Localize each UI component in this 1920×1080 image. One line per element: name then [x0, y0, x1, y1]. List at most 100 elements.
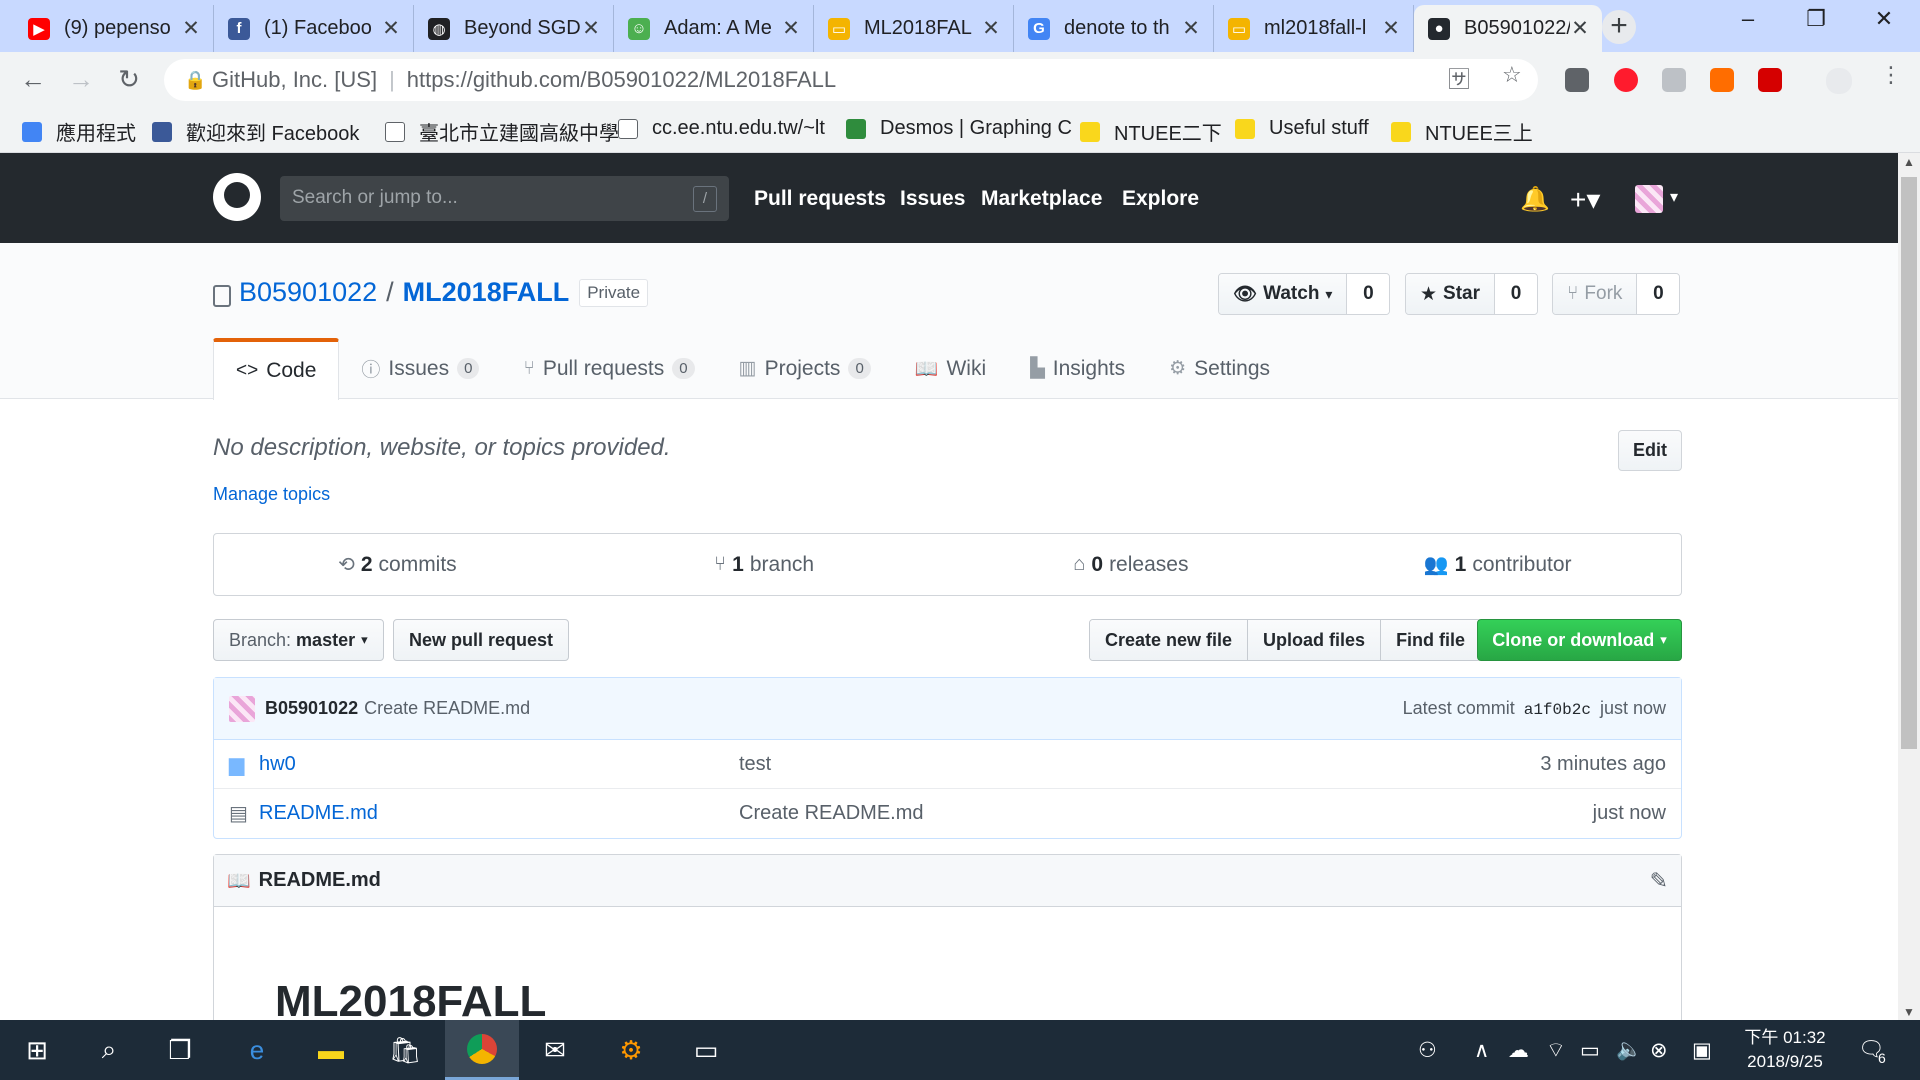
scroll-down-arrow[interactable]: ▼ [1898, 1005, 1920, 1019]
windows-start-icon[interactable]: ⊞ [0, 1020, 74, 1080]
chevron-down-icon[interactable]: ▾ [1670, 187, 1678, 207]
tab-settings[interactable]: ⚙ Settings [1147, 338, 1292, 399]
nav-explore[interactable]: Explore [1122, 187, 1199, 211]
bell-icon[interactable]: 🔔 [1520, 185, 1550, 214]
star-button[interactable]: ★ Star [1406, 274, 1496, 314]
nav-issues[interactable]: Issues [900, 187, 965, 211]
scroll-up-arrow[interactable]: ▲ [1898, 155, 1920, 169]
nav-marketplace[interactable]: Marketplace [981, 187, 1102, 211]
store-icon[interactable]: 🛍 [368, 1020, 442, 1080]
tab-code[interactable]: <> Code [213, 338, 340, 400]
summary-branch[interactable]: ⑂ 1 branch [581, 534, 948, 595]
close-tab-icon[interactable]: ✕ [1181, 16, 1201, 41]
repo-owner-link[interactable]: B05901022 [239, 277, 377, 308]
watch-button[interactable]: 👁 Watch ▾ [1219, 274, 1348, 314]
extension-icon[interactable] [1662, 68, 1686, 92]
upload-files-button[interactable]: Upload files [1248, 620, 1382, 660]
edge-icon[interactable]: e [220, 1020, 294, 1080]
bookmark-item[interactable]: cc.ee.ntu.edu.tw/~lt [618, 117, 825, 140]
edit-button[interactable]: Edit [1618, 430, 1682, 471]
close-tab-icon[interactable]: ✕ [1381, 16, 1401, 41]
close-tab-icon[interactable]: ✕ [981, 16, 1001, 41]
tablet-mode-icon[interactable]: ▣ [1692, 1038, 1712, 1063]
create-new-icon[interactable]: +▾ [1570, 183, 1600, 216]
browser-tab[interactable]: ☺ Adam: A Me ✕ [614, 5, 814, 52]
file-commit-message[interactable]: Create README.md [739, 802, 1593, 825]
browser-tab[interactable]: ● B05901022/✕ [1414, 5, 1602, 52]
back-icon[interactable]: ← [16, 62, 50, 96]
onedrive-icon[interactable]: ☁ [1508, 1038, 1529, 1063]
browser-tab[interactable]: ◍ Beyond SGD ✕ [414, 5, 614, 52]
summary-releases[interactable]: ⌂ 0 releases [948, 534, 1315, 595]
bookmark-item[interactable]: NTUEE二下 [1080, 117, 1222, 146]
find-file-button[interactable]: Find file [1381, 620, 1481, 660]
bookmark-item[interactable]: 歡迎來到 Facebook [152, 117, 359, 146]
browser-tab[interactable]: ▶ (9) pepenso ✕ [14, 5, 214, 52]
nav-pull-requests[interactable]: Pull requests [754, 187, 886, 211]
close-tab-icon[interactable]: ✕ [581, 16, 601, 41]
bookmark-item[interactable]: 臺北市立建國高級中學 [385, 117, 619, 146]
search-input[interactable]: Search or jump to... / [280, 176, 729, 221]
star-count[interactable]: 0 [1495, 274, 1538, 314]
scrollbar-thumb[interactable] [1901, 177, 1917, 749]
browser-tab[interactable]: ▭ ML2018FAL ✕ [814, 5, 1014, 52]
clone-or-download-button[interactable]: Clone or download ▾ [1477, 619, 1682, 661]
show-hidden-icons[interactable]: ∧ [1474, 1038, 1489, 1063]
terminal-icon[interactable]: ▭ [669, 1020, 743, 1080]
menu-icon[interactable]: ⋮ [1880, 62, 1902, 88]
browser-tab[interactable]: f (1) Faceboo ✕ [214, 5, 414, 52]
extension-icon[interactable] [1758, 68, 1782, 92]
extension-icon[interactable] [1565, 68, 1589, 92]
bookmark-item[interactable]: NTUEE三上 [1391, 117, 1533, 146]
reload-icon[interactable]: ↻ [112, 62, 146, 96]
file-name-link[interactable]: hw0 [259, 753, 739, 776]
tab-issues[interactable]: ⓘ Issues 0 [339, 338, 501, 399]
commit-sha[interactable]: a1f0b2c [1524, 701, 1591, 719]
battery-icon[interactable]: ▭ [1580, 1038, 1600, 1063]
close-window-button[interactable]: ✕ [1856, 6, 1912, 38]
tab-projects[interactable]: ▥ Projects 0 [717, 338, 893, 399]
task-view-icon[interactable]: ❐ [143, 1020, 217, 1080]
browser-tab[interactable]: Gdenote to th ✕ [1014, 5, 1214, 52]
restore-button[interactable]: ❐ [1788, 6, 1844, 38]
watch-count[interactable]: 0 [1347, 274, 1390, 314]
summary-commits[interactable]: ⟲ 2 commits [214, 534, 581, 595]
file-name-link[interactable]: README.md [259, 802, 739, 825]
app-icon[interactable]: ⚙ [594, 1020, 668, 1080]
system-clock[interactable]: 下午 01:32 2018/9/25 [1730, 1026, 1840, 1074]
manage-topics-link[interactable]: Manage topics [213, 484, 330, 505]
create-new-file-button[interactable]: Create new file [1090, 620, 1249, 660]
close-tab-icon[interactable]: ✕ [381, 16, 401, 41]
forward-icon[interactable]: → [64, 62, 98, 96]
bookmark-item[interactable]: 應用程式 [22, 117, 136, 146]
people-icon[interactable]: ⚇ [1418, 1038, 1437, 1063]
bookmark-item[interactable]: Desmos | Graphing C [846, 117, 1072, 140]
fork-count[interactable]: 0 [1637, 274, 1680, 314]
minimize-button[interactable]: – [1720, 6, 1776, 38]
summary-contributor[interactable]: 👥 1 contributor [1314, 534, 1681, 595]
wifi-icon[interactable]: ⌔ [1546, 1038, 1566, 1064]
github-logo-icon[interactable] [213, 173, 261, 221]
avatar[interactable] [229, 695, 255, 722]
new-pull-request-button[interactable]: New pull request [393, 619, 570, 661]
mail-icon[interactable]: ✉ [518, 1020, 592, 1080]
file-explorer-icon[interactable]: ▬ [294, 1020, 368, 1080]
page-scrollbar[interactable]: ▲ ▼ [1898, 153, 1920, 1021]
bookmark-star-icon[interactable]: ☆ [1502, 62, 1522, 88]
close-circle-icon[interactable]: ⊗ [1650, 1038, 1668, 1063]
close-tab-icon[interactable]: ✕ [181, 16, 201, 41]
commit-message[interactable]: Create README.md [364, 698, 530, 719]
volume-icon[interactable]: 🔈 [1616, 1038, 1642, 1062]
bookmark-item[interactable]: Useful stuff [1235, 117, 1369, 140]
address-bar[interactable]: 🔒 GitHub, Inc. [US] | https://github.com… [164, 59, 1538, 101]
profile-icon[interactable] [1826, 68, 1852, 94]
chrome-icon[interactable] [445, 1020, 519, 1080]
opera-icon[interactable] [1614, 68, 1638, 92]
commit-author[interactable]: B05901022 [265, 698, 358, 719]
file-commit-message[interactable]: test [739, 753, 1540, 776]
repo-name-link[interactable]: ML2018FALL [403, 277, 570, 308]
branch-select-button[interactable]: Branch: master ▾ [213, 619, 384, 661]
extension-icon[interactable] [1710, 68, 1734, 92]
browser-tab[interactable]: ▭ ml2018fall-l ✕ [1214, 5, 1414, 52]
close-tab-icon[interactable]: ✕ [781, 16, 801, 41]
